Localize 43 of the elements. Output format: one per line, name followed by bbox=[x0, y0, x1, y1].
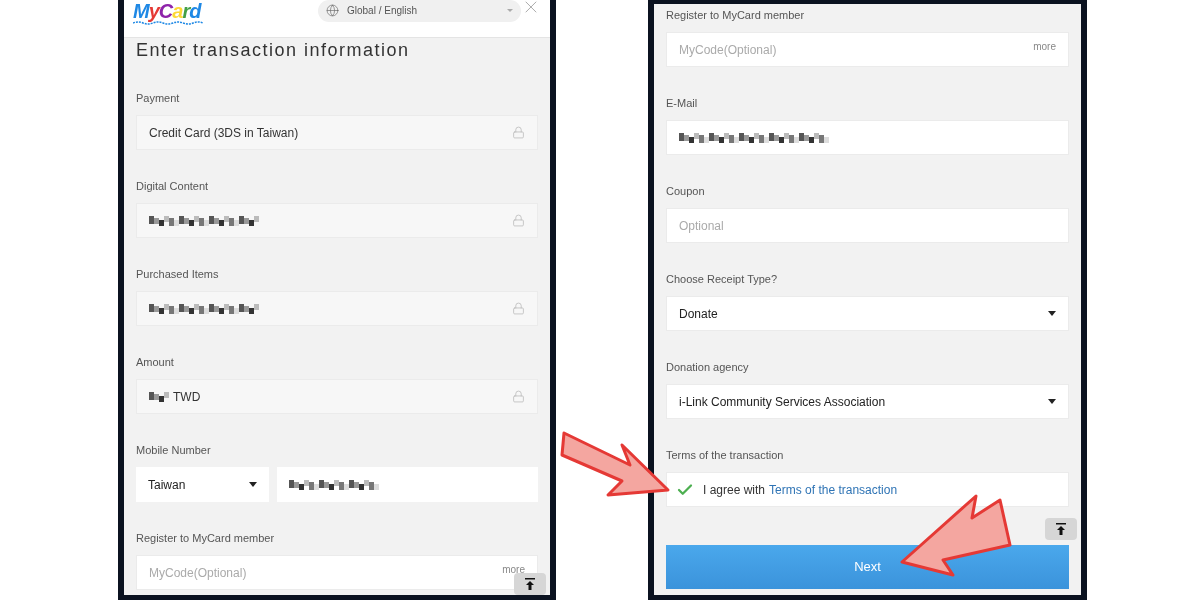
lock-icon bbox=[512, 214, 525, 227]
phone-input[interactable] bbox=[277, 467, 538, 502]
country-select[interactable]: Taiwan bbox=[136, 467, 269, 502]
arrow-to-top-icon bbox=[1055, 523, 1067, 535]
globe-icon bbox=[326, 4, 339, 17]
select-field[interactable]: i-Link Community Services Association bbox=[666, 384, 1069, 419]
scroll-top-button[interactable] bbox=[514, 573, 546, 595]
field-value: Credit Card (3DS in Taiwan) bbox=[149, 124, 299, 142]
next-button[interactable]: Next bbox=[666, 545, 1069, 589]
more-link[interactable]: more bbox=[502, 564, 525, 575]
caret-icon bbox=[1048, 311, 1056, 316]
scroll-top-button[interactable] bbox=[1045, 518, 1077, 540]
page-title: Enter transaction information bbox=[136, 40, 411, 60]
field-label: E-Mail bbox=[666, 96, 699, 110]
field-label: Purchased Items bbox=[136, 267, 220, 281]
caret-icon bbox=[1048, 399, 1056, 404]
caret-icon bbox=[249, 482, 257, 487]
field-label: Register to MyCard member bbox=[666, 8, 806, 22]
terms-link[interactable]: Terms of the transaction bbox=[769, 480, 898, 499]
arrow-to-top-icon bbox=[524, 578, 536, 590]
logo: MyCard bbox=[133, 0, 203, 25]
field-label: Mobile Number bbox=[136, 443, 212, 457]
field-label: Terms of the transaction bbox=[666, 448, 785, 462]
field-label: Donation agency bbox=[666, 360, 750, 374]
lock-icon bbox=[512, 390, 525, 403]
more-link[interactable]: more bbox=[1033, 41, 1056, 52]
field-label: Amount bbox=[136, 355, 175, 369]
text-input[interactable]: Optional bbox=[666, 208, 1069, 243]
mycode-input[interactable]: MyCode(Optional) more bbox=[136, 555, 538, 590]
lock-icon bbox=[512, 126, 525, 139]
agree-text: I agree with bbox=[703, 481, 766, 499]
field-label: Digital Content bbox=[136, 179, 210, 193]
caret-icon bbox=[507, 9, 514, 12]
field-label: Payment bbox=[136, 91, 181, 105]
field-value: TWD bbox=[173, 388, 201, 406]
lock-icon bbox=[512, 302, 525, 315]
text-input[interactable] bbox=[666, 120, 1069, 155]
language-select[interactable]: Global / English bbox=[318, 0, 522, 22]
field-label: Coupon bbox=[666, 184, 706, 198]
field-label: Choose Receipt Type? bbox=[666, 272, 779, 286]
select-field[interactable]: Donate bbox=[666, 296, 1069, 331]
field-label: Register to MyCard member bbox=[136, 531, 276, 545]
mycode-input[interactable]: MyCode(Optional) more bbox=[666, 32, 1069, 67]
